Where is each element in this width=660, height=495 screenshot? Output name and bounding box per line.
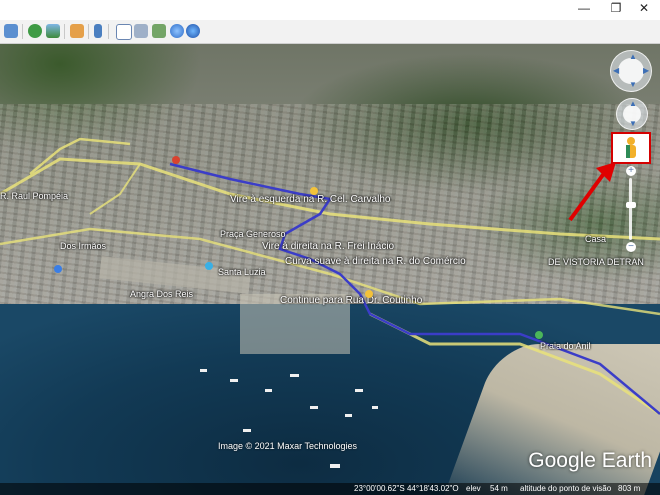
toolbar-separator <box>22 24 23 39</box>
map-label: Angra Dos Reis <box>130 289 194 299</box>
route-step-label: Curva suave à direita na R. do Comércio <box>285 256 466 267</box>
boat <box>265 389 272 392</box>
email-icon[interactable] <box>116 24 132 40</box>
boat <box>200 369 207 372</box>
look-left-icon[interactable]: ◀ <box>613 67 619 75</box>
map-label: R. Raul Pompéia <box>0 191 69 201</box>
google-earth-icon[interactable] <box>170 24 184 38</box>
look-right-icon[interactable]: ▶ <box>643 67 649 75</box>
layer-icon[interactable] <box>94 24 102 38</box>
image-overlay-icon[interactable] <box>46 24 60 38</box>
move-joystick[interactable]: ▲ ▼ <box>616 98 648 130</box>
map-viewport[interactable]: R. Raul Pompéia Vire à esquerda na R. Ce… <box>0 44 660 495</box>
google-earth-logo: Google Earth <box>528 449 652 472</box>
close-button[interactable]: ✕ <box>628 0 660 20</box>
minimize-button[interactable]: — <box>568 0 600 20</box>
imagery-credit: Image © 2021 Maxar Technologies <box>218 441 358 451</box>
boat <box>230 379 238 382</box>
navigation-controls: ▲ ▼ ◀ ▶ ▲ ▼ + − <box>608 50 654 260</box>
boats <box>200 369 378 468</box>
sidebar-icon[interactable] <box>4 24 18 38</box>
toolbar-separator <box>64 24 65 39</box>
map-label: Santa Luzia <box>218 267 266 277</box>
annotation-arrow <box>568 170 607 222</box>
map-overlays <box>0 137 660 468</box>
street-view-highlight-box <box>611 132 651 164</box>
boat <box>310 406 318 409</box>
elevation-value: 54 m <box>490 484 508 493</box>
poi-marker-icon[interactable] <box>54 265 62 273</box>
look-up-icon[interactable]: ▲ <box>629 53 637 61</box>
map-label: Praça Generoso <box>220 229 286 239</box>
map-icon[interactable] <box>152 24 166 38</box>
toolbar <box>0 20 660 44</box>
title-bar: — ❐ ✕ <box>0 0 660 20</box>
route-step-label: Vire à direita na R. Frei Inácio <box>262 241 395 252</box>
poi-marker-icon[interactable] <box>172 156 180 164</box>
ruler-icon[interactable] <box>70 24 84 38</box>
elevation-label: elev <box>466 484 481 493</box>
placemark-icon[interactable] <box>28 24 42 38</box>
zoom-out-button[interactable]: − <box>626 242 636 252</box>
look-joystick[interactable]: ▲ ▼ ◀ ▶ <box>610 50 652 92</box>
eye-altitude-label: altitude do ponto de visão <box>520 484 612 493</box>
boat <box>355 389 363 392</box>
map-label: Casa <box>585 234 607 244</box>
boat <box>345 414 352 417</box>
toolbar-separator <box>108 24 109 39</box>
poi-marker-icon[interactable] <box>310 187 318 195</box>
coordinates-readout: 23°00'00.62"S 44°18'43.02"O <box>354 484 459 493</box>
zoom-slider[interactable] <box>629 178 632 240</box>
status-bar: 23°00'00.62"S 44°18'43.02"O elev 54 m al… <box>0 483 660 495</box>
road-line <box>89 163 141 215</box>
boat <box>372 406 378 409</box>
map-label: Dos Irmãos <box>60 241 107 251</box>
boat <box>243 429 251 432</box>
globe-icon[interactable] <box>186 24 200 38</box>
eye-altitude-value: 803 m <box>618 484 641 493</box>
road-line <box>369 312 660 416</box>
move-up-icon[interactable]: ▲ <box>629 100 637 108</box>
move-down-icon[interactable]: ▼ <box>629 120 637 128</box>
map-label: Praia do Anil <box>540 341 591 351</box>
print-icon[interactable] <box>134 24 148 38</box>
poi-marker-icon[interactable] <box>535 331 543 339</box>
zoom-slider-handle[interactable] <box>626 202 636 208</box>
poi-marker-icon[interactable] <box>205 262 213 270</box>
boat <box>330 464 340 468</box>
look-down-icon[interactable]: ▼ <box>629 81 637 89</box>
pegman-icon[interactable] <box>613 134 649 162</box>
toolbar-separator <box>88 24 89 39</box>
route-step-label: Vire à esquerda na R. Cel. Carvalho <box>230 194 391 205</box>
route-step-label: Continue para Rua Dr. Coutinho <box>280 295 423 306</box>
poi-marker-icon[interactable] <box>365 290 373 298</box>
zoom-in-button[interactable]: + <box>626 166 636 176</box>
boat <box>290 374 299 377</box>
